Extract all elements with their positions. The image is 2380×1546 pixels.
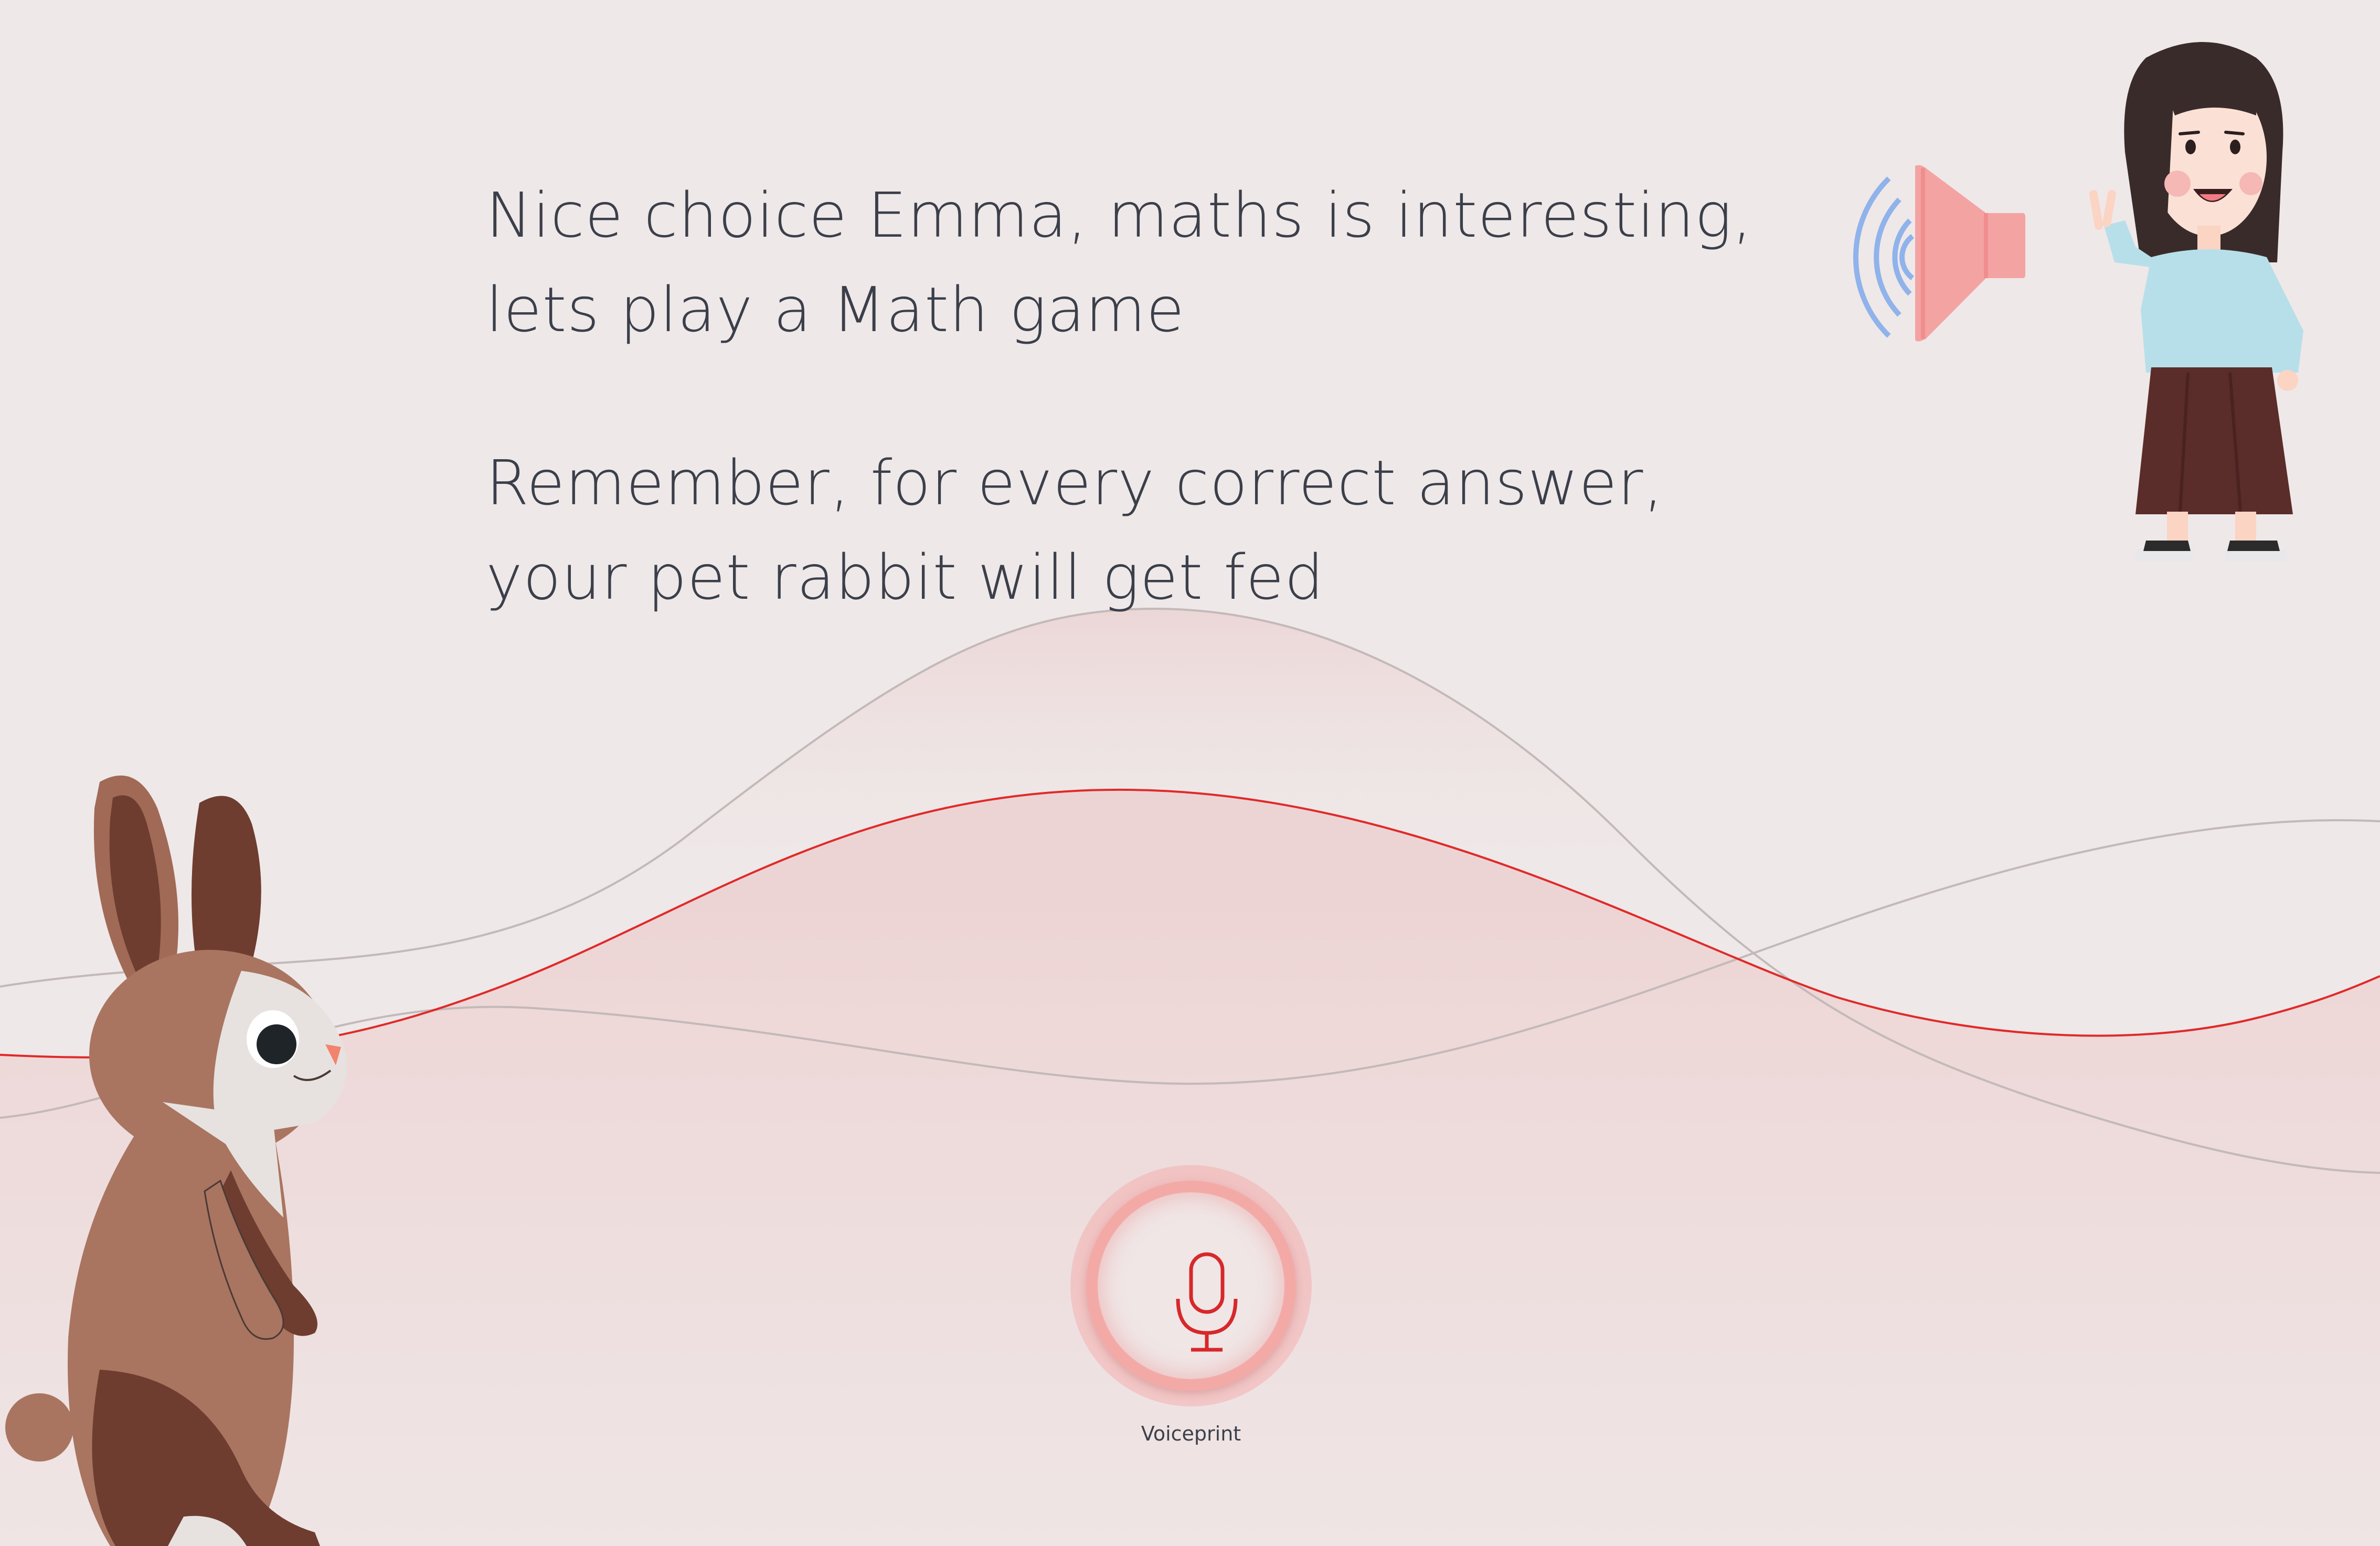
voice-button-label: Voiceprint <box>1141 1422 1241 1445</box>
voice-record-button[interactable] <box>1070 1165 1312 1406</box>
message-line: lets play a Math game <box>486 273 1185 346</box>
rabbit-illustration <box>5 775 347 1546</box>
message-line: Remember, for every correct answer, <box>486 447 1664 519</box>
microphone-icon <box>1176 1252 1238 1352</box>
teacher-illustration <box>2089 42 2303 562</box>
message-line: Nice choice Emma, maths is interesting, <box>486 179 1753 251</box>
speaker-icon[interactable] <box>1815 157 2036 357</box>
voice-record-ring <box>1086 1181 1296 1391</box>
message-line: your pet rabbit will get fed <box>486 541 1324 613</box>
voice-assistant-screen: Nice choice Emma, maths is interesting, … <box>0 0 2380 1546</box>
assistant-message: Nice choice Emma, maths is interesting, … <box>486 168 1798 624</box>
